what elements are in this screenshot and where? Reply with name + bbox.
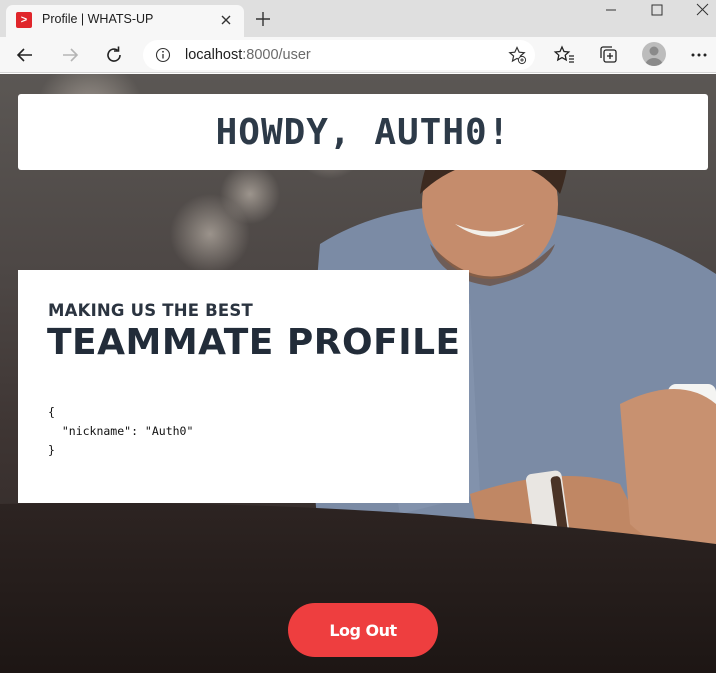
greeting-card: HOWDY, AUTH0!	[18, 94, 708, 170]
browser-toolbar: localhost:8000/user	[0, 37, 716, 73]
url-path: :8000/user	[242, 47, 311, 63]
minimize-icon[interactable]	[588, 0, 634, 30]
url-host: localhost	[185, 47, 243, 63]
greeting-heading: HOWDY, AUTH0!	[215, 111, 511, 153]
browser-tab[interactable]: > Profile | WHATS-UP	[6, 5, 244, 37]
profile-title: TEAMMATE PROFILE	[47, 322, 461, 363]
refresh-icon[interactable]	[102, 43, 126, 67]
forward-arrow-icon[interactable]	[58, 43, 82, 67]
new-tab-icon[interactable]	[253, 9, 273, 29]
profile-json: { "nickname": "Auth0" }	[48, 405, 194, 457]
app-favicon-icon: >	[16, 12, 32, 28]
url-text: localhost:8000/user	[185, 47, 311, 63]
maximize-icon[interactable]	[634, 0, 680, 30]
browser-titlebar: > Profile | WHATS-UP	[0, 0, 716, 37]
add-favorite-icon[interactable]	[507, 45, 527, 65]
favorites-icon[interactable]	[552, 43, 576, 67]
close-window-icon[interactable]	[680, 0, 716, 30]
more-menu-icon[interactable]	[687, 43, 711, 67]
profile-avatar-icon[interactable]	[642, 42, 666, 66]
tab-title: Profile | WHATS-UP	[42, 12, 154, 26]
back-arrow-icon[interactable]	[13, 43, 37, 67]
page-viewport: HOWDY, AUTH0! MAKING US THE BEST TEAMMAT…	[0, 74, 716, 673]
info-icon[interactable]	[155, 47, 171, 63]
address-bar[interactable]: localhost:8000/user	[143, 40, 535, 70]
collections-icon[interactable]	[597, 43, 621, 67]
close-tab-icon[interactable]	[216, 10, 236, 30]
profile-card: MAKING US THE BEST TEAMMATE PROFILE { "n…	[18, 270, 469, 503]
logout-button[interactable]: Log Out	[288, 603, 438, 657]
profile-kicker: MAKING US THE BEST	[48, 301, 253, 320]
